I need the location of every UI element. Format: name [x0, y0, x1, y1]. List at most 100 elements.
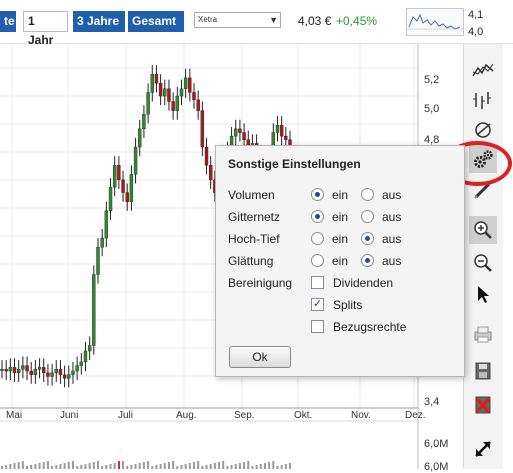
candle	[8, 367, 13, 372]
radio-label: aus	[382, 210, 402, 224]
checkbox[interactable]	[311, 276, 324, 289]
radio-label: ein	[332, 254, 349, 268]
volume-bar	[80, 465, 83, 469]
ok-button[interactable]: Ok	[229, 346, 291, 368]
volume-bar	[109, 464, 112, 469]
adjust-label: Bereinigung	[228, 276, 293, 290]
candle	[129, 174, 134, 202]
candle	[188, 77, 192, 93]
volume-bar	[30, 465, 33, 469]
candle	[100, 237, 104, 248]
candle	[112, 165, 117, 188]
candle	[238, 128, 242, 133]
fullscreen-button[interactable]	[469, 435, 497, 463]
candle	[104, 210, 109, 239]
print-button[interactable]	[469, 320, 497, 348]
radio-off[interactable]	[361, 232, 374, 245]
candle	[62, 374, 67, 379]
candle	[204, 146, 209, 166]
x-tick-label: Juni	[60, 410, 79, 421]
candle	[192, 92, 196, 100]
zoom-out-button[interactable]	[469, 249, 497, 277]
radio-off[interactable]	[361, 210, 374, 223]
candle	[146, 92, 150, 115]
volume-bar	[255, 465, 258, 469]
volume-bar	[197, 461, 200, 469]
candle	[37, 367, 42, 370]
setting-label: Glättung	[228, 254, 274, 268]
volume-bar	[5, 465, 8, 469]
candle	[79, 361, 84, 366]
candle	[234, 128, 238, 137]
exchange-select[interactable]: Xetra ▼	[194, 12, 281, 28]
cursor-button[interactable]	[469, 280, 497, 308]
volume-bar	[147, 461, 150, 469]
range-button-1-year[interactable]: 1 Jahr	[23, 11, 68, 47]
volume-bar	[38, 463, 41, 469]
checkbox[interactable]: ✓	[311, 298, 324, 311]
x-tick-label: Sep.	[234, 410, 255, 421]
volume-tick-label: 6,0M	[424, 461, 449, 473]
setting-label: Gitternetz	[228, 210, 281, 224]
save-button[interactable]	[469, 357, 497, 385]
candle	[150, 74, 154, 93]
dialog-title: Sonstige Einstellungen	[228, 157, 361, 171]
candle	[58, 369, 63, 375]
radio-off[interactable]	[361, 254, 374, 267]
volume-bar	[130, 465, 133, 469]
volume-bar	[159, 464, 162, 469]
radio-on[interactable]	[311, 254, 324, 267]
volume-bar	[17, 462, 20, 469]
chevron-down-icon: ▼	[269, 15, 278, 25]
x-tick-label: Aug.	[176, 410, 197, 421]
candle	[279, 124, 284, 137]
candle	[46, 372, 50, 377]
y-tick-label: 5,0	[424, 103, 440, 115]
radio-off[interactable]	[361, 188, 374, 201]
range-button-3-years[interactable]: 3 Jahre	[73, 11, 125, 32]
range-button-total[interactable]: Gesamt	[128, 11, 184, 32]
volume-bar	[46, 461, 49, 469]
setting-label: Hoch-Tief	[228, 232, 280, 246]
radio-on[interactable]	[311, 210, 324, 223]
zoom-out-icon	[474, 254, 492, 272]
mini-chart-high: 4,1	[468, 9, 484, 21]
radio-on[interactable]	[311, 232, 324, 245]
ohlc-chart-button[interactable]	[469, 86, 497, 114]
volume-bar	[230, 465, 233, 469]
candle	[12, 367, 17, 374]
candle	[121, 179, 125, 193]
delete-button[interactable]	[469, 391, 497, 419]
line-chart-icon	[472, 63, 494, 77]
volume-bar	[193, 462, 195, 469]
checkbox-label: Splits	[333, 298, 363, 312]
mini-chart[interactable]	[406, 8, 464, 36]
candle	[133, 146, 138, 175]
current-price: 4,03 €	[298, 14, 332, 28]
indicator-button[interactable]	[469, 114, 497, 142]
sparkline-icon	[407, 13, 463, 30]
candle	[42, 367, 46, 374]
volume-bar	[21, 461, 24, 469]
volume-bar	[263, 463, 266, 469]
range-button-partial[interactable]: te	[0, 11, 16, 32]
volume-bar	[138, 463, 141, 469]
checkbox[interactable]	[311, 320, 324, 333]
candle	[21, 365, 25, 370]
volume-bar	[268, 462, 271, 469]
candle	[25, 365, 29, 372]
radio-label: ein	[332, 232, 349, 246]
line-chart-button[interactable]	[469, 56, 497, 84]
volume-bar	[238, 463, 241, 469]
volume-bar	[180, 465, 183, 469]
volume-bar	[63, 463, 66, 469]
volume-bar	[42, 462, 45, 469]
candle	[92, 274, 96, 346]
candle	[125, 192, 129, 202]
radio-on[interactable]	[311, 188, 324, 201]
volume-bar	[97, 461, 99, 469]
zoom-in-button[interactable]	[469, 216, 497, 244]
volume-bar	[88, 463, 91, 469]
volume-bar	[92, 462, 95, 469]
x-tick-label: Dez.	[405, 410, 426, 421]
